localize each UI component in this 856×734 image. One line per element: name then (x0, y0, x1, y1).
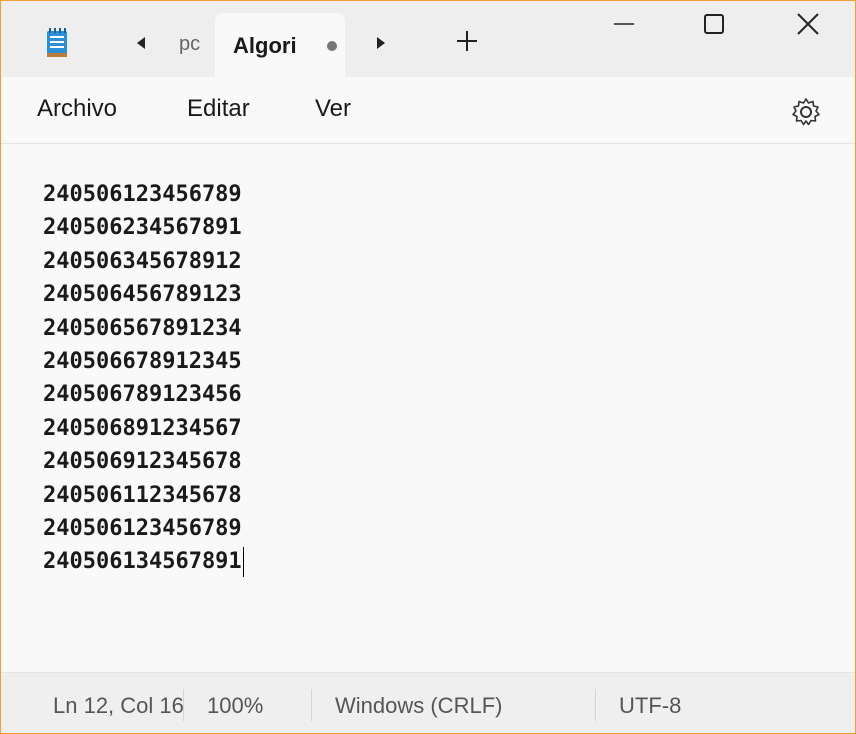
maximize-icon (704, 14, 724, 34)
line-ending[interactable]: Windows (CRLF) (335, 693, 502, 719)
tab-inactive[interactable]: pc (179, 33, 209, 56)
editor-line: 240506789123456 (43, 382, 242, 408)
minimize-icon (614, 23, 634, 25)
editor-line: 240506234567891 (43, 215, 242, 241)
chevron-left-icon (137, 37, 145, 49)
editor-lines: 240506123456789 240506234567891 24050634… (43, 178, 244, 579)
editor-line: 240506678912345 (43, 348, 242, 374)
tab-active-label: Algori (233, 33, 297, 58)
status-divider (595, 689, 596, 721)
notepad-icon (47, 28, 67, 57)
status-bar: Ln 12, Col 16 100% Windows (CRLF) UTF-8 (1, 672, 855, 733)
minimize-button[interactable] (577, 1, 671, 47)
gear-icon (792, 98, 820, 126)
chevron-right-icon (377, 37, 385, 49)
text-editor[interactable]: 240506123456789 240506234567891 24050634… (1, 144, 855, 672)
menu-archivo[interactable]: Archivo (33, 95, 121, 123)
editor-line: 240506112345678 (43, 482, 242, 508)
title-bar[interactable]: pc Algori (1, 1, 855, 77)
menu-editar[interactable]: Editar (183, 95, 254, 123)
plus-icon (457, 31, 477, 51)
editor-line: 240506912345678 (43, 449, 242, 475)
maximize-button[interactable] (667, 1, 761, 47)
tab-active[interactable]: Algori (215, 13, 345, 77)
menu-bar: Archivo Editar Ver (1, 77, 855, 144)
editor-line: 240506567891234 (43, 315, 242, 341)
editor-line: 240506345678912 (43, 248, 242, 274)
new-tab-button[interactable] (453, 27, 481, 55)
close-button[interactable] (761, 1, 855, 47)
status-divider (311, 689, 312, 721)
scroll-tabs-right-button[interactable] (369, 31, 393, 55)
text-caret (242, 547, 244, 578)
close-icon (797, 13, 819, 35)
settings-button[interactable] (789, 95, 823, 129)
notepad-window: pc Algori Archivo Editar Ver 24050612345… (0, 0, 856, 734)
editor-line: 240506456789123 (43, 282, 242, 308)
editor-line: 240506123456789 (43, 182, 242, 207)
encoding[interactable]: UTF-8 (619, 693, 681, 719)
unsaved-dot-icon[interactable] (327, 41, 337, 51)
status-divider (183, 689, 184, 721)
menu-ver[interactable]: Ver (311, 95, 355, 123)
editor-line: 240506891234567 (43, 415, 242, 441)
scroll-tabs-left-button[interactable] (129, 31, 153, 55)
editor-line: 240506123456789 (43, 515, 242, 541)
tab-inactive-label: pc (179, 33, 201, 55)
editor-line-last: 240506134567891 (43, 545, 244, 578)
editor-line-text: 240506134567891 (43, 549, 242, 575)
cursor-position[interactable]: Ln 12, Col 16 (53, 693, 183, 719)
zoom-level[interactable]: 100% (207, 693, 263, 719)
